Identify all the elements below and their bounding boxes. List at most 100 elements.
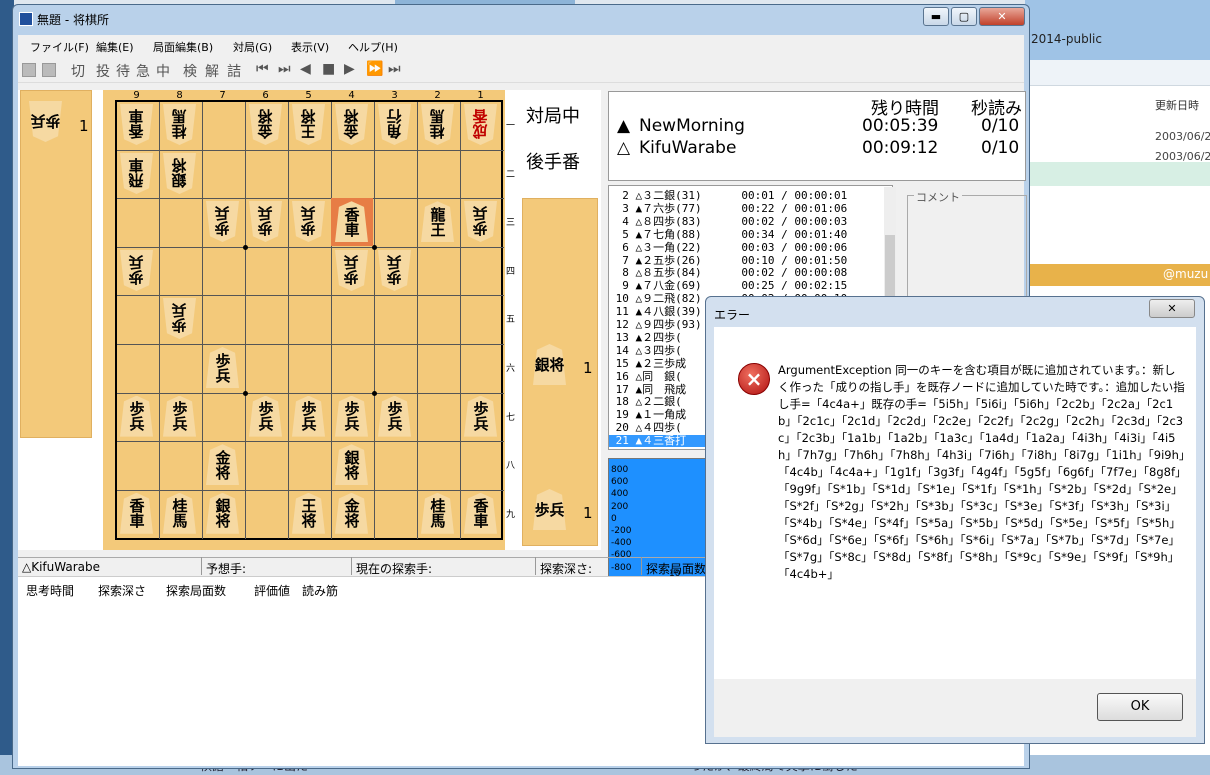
board-square[interactable]: [203, 247, 246, 297]
board-square[interactable]: [418, 150, 461, 200]
gote-piece[interactable]: 歩兵: [464, 201, 497, 242]
board-square[interactable]: [160, 199, 203, 248]
board-square[interactable]: [246, 150, 289, 200]
gote-piece[interactable]: 歩兵: [378, 250, 411, 291]
gote-piece[interactable]: 歩兵: [335, 250, 368, 291]
board-square[interactable]: [246, 345, 289, 394]
resign-button[interactable]: 投: [96, 61, 110, 81]
board-square[interactable]: [160, 247, 203, 297]
board-square[interactable]: [332, 296, 375, 345]
gote-piece[interactable]: 金将: [335, 104, 368, 145]
col-search-nodes[interactable]: 探索局面数: [166, 582, 226, 599]
menu-file[interactable]: ファイル(F): [30, 39, 89, 55]
board-square[interactable]: [461, 296, 504, 345]
ok-button[interactable]: OK: [1097, 693, 1183, 721]
board-square[interactable]: [418, 247, 461, 297]
board-square[interactable]: [160, 442, 203, 491]
sente-hand-piece[interactable]: 銀将: [533, 344, 566, 385]
col-pv[interactable]: 読み筋: [302, 582, 338, 599]
board-square[interactable]: [246, 296, 289, 345]
board-square[interactable]: [117, 345, 160, 394]
gote-piece[interactable]: 桂馬: [163, 104, 196, 145]
sente-piece[interactable]: 歩兵: [464, 395, 497, 437]
sente-piece[interactable]: 歩兵: [292, 395, 325, 437]
forward-ten-icon[interactable]: ⏩: [366, 61, 383, 77]
back-ten-icon[interactable]: ⏭: [278, 61, 291, 77]
board-square[interactable]: [117, 296, 160, 345]
gote-piece[interactable]: 成香: [464, 104, 497, 145]
sente-piece[interactable]: 桂馬: [421, 492, 454, 534]
sente-piece[interactable]: 龍王: [421, 201, 454, 243]
board-square[interactable]: [117, 199, 160, 248]
board-square[interactable]: [418, 296, 461, 345]
kifu-row[interactable]: 8 △８五歩(84) 00:02 / 00:00:08: [609, 267, 879, 279]
kifu-row[interactable]: 3 ▲７六歩(77) 00:22 / 00:01:06: [609, 202, 879, 215]
gote-piece[interactable]: 歩兵: [292, 201, 325, 242]
gote-piece[interactable]: 歩兵: [120, 250, 153, 291]
menu-view[interactable]: 表示(V): [291, 39, 329, 55]
kifu-row[interactable]: 2 △３二銀(31) 00:01 / 00:00:01: [609, 190, 879, 202]
gote-piece[interactable]: 金将: [249, 104, 282, 145]
hurry-button[interactable]: 急: [136, 61, 150, 81]
board-square[interactable]: [289, 442, 332, 491]
gote-piece[interactable]: 歩兵: [163, 298, 196, 339]
board-square[interactable]: [160, 345, 203, 394]
gote-piece[interactable]: 銀将: [163, 153, 196, 194]
sente-piece[interactable]: 金将: [335, 492, 368, 534]
board-square[interactable]: [375, 345, 418, 394]
first-move-icon[interactable]: ⏮: [256, 61, 269, 77]
sente-piece[interactable]: 王将: [292, 492, 325, 534]
sente-hand-piece[interactable]: 歩兵: [533, 489, 566, 530]
wait-button[interactable]: 待: [116, 61, 130, 81]
kifu-row[interactable]: 6 △３一角(22) 00:03 / 00:00:06: [609, 241, 879, 254]
gote-piece[interactable]: 桂馬: [421, 104, 454, 145]
board-square[interactable]: [418, 442, 461, 491]
board-square[interactable]: [461, 248, 504, 297]
forward-icon[interactable]: ▶: [344, 61, 355, 77]
board-square[interactable]: [418, 393, 461, 443]
kifu-row[interactable]: 7 ▲２五歩(26) 00:10 / 00:01:50: [609, 254, 879, 267]
board-square[interactable]: [375, 490, 418, 540]
board-square[interactable]: [461, 345, 504, 394]
board-square[interactable]: [289, 150, 332, 200]
board-square[interactable]: [332, 345, 375, 394]
menu-position-edit[interactable]: 局面編集(B): [153, 39, 213, 55]
sente-piece[interactable]: 香車: [464, 492, 497, 534]
sente-piece[interactable]: 歩兵: [163, 395, 196, 437]
close-button[interactable]: ✕: [979, 7, 1025, 26]
sente-piece[interactable]: 歩兵: [378, 395, 411, 437]
board-square[interactable]: [332, 150, 375, 200]
last-move-icon[interactable]: ⏭: [388, 61, 401, 77]
gote-piece[interactable]: 角行: [378, 104, 411, 145]
board-square[interactable]: [203, 393, 246, 443]
board-square[interactable]: [375, 199, 418, 248]
menu-game[interactable]: 対局(G): [233, 39, 272, 55]
board-square[interactable]: [375, 296, 418, 345]
tsume-button[interactable]: 詰: [227, 61, 241, 81]
board-square[interactable]: [203, 150, 246, 200]
kifu-row[interactable]: 9 ▲７八金(69) 00:25 / 00:02:15: [609, 280, 879, 292]
board-square[interactable]: [461, 442, 504, 491]
board-square[interactable]: [418, 345, 461, 394]
board-square[interactable]: [203, 296, 246, 345]
disconnect-button[interactable]: 切: [71, 61, 85, 81]
study-button[interactable]: 検: [183, 61, 197, 81]
sente-piece[interactable]: 金将: [206, 444, 239, 486]
menu-help[interactable]: ヘルプ(H): [348, 39, 398, 55]
gote-piece[interactable]: 王将: [292, 104, 325, 145]
gote-piece[interactable]: 歩兵: [206, 201, 239, 242]
col-evaluation[interactable]: 評価値: [254, 582, 290, 599]
gote-hand-piece[interactable]: 歩兵: [29, 101, 62, 142]
col-search-depth[interactable]: 探索深さ: [98, 582, 146, 599]
sente-piece[interactable]: 歩兵: [335, 395, 368, 437]
menu-edit[interactable]: 編集(E): [96, 39, 134, 55]
maximize-button[interactable]: ▢: [951, 7, 977, 26]
board-square[interactable]: [289, 247, 332, 297]
sente-piece[interactable]: 歩兵: [249, 395, 282, 437]
sente-piece[interactable]: 桂馬: [163, 492, 196, 534]
sente-piece[interactable]: 香車: [335, 201, 368, 243]
analyze-button[interactable]: 解: [205, 61, 219, 81]
gote-piece[interactable]: 歩兵: [249, 201, 282, 242]
col-thinking-time[interactable]: 思考時間: [26, 582, 74, 599]
board-square[interactable]: [289, 345, 332, 394]
